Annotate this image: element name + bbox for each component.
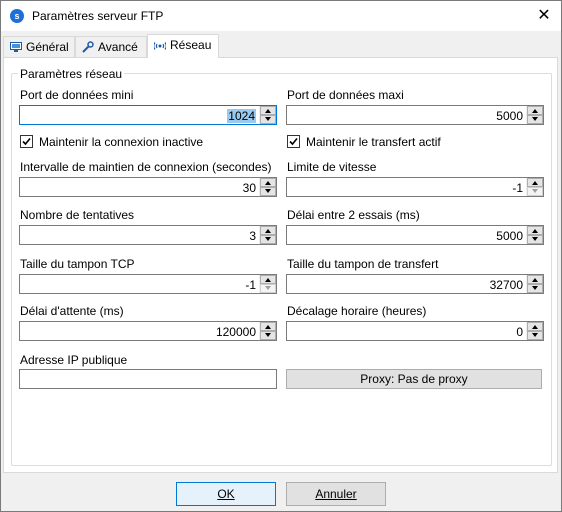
monitor-icon — [10, 42, 22, 52]
ok-label: OK — [217, 487, 235, 501]
checkmark-icon — [22, 137, 31, 146]
transfer-buffer-spinner[interactable]: 32700 — [286, 274, 544, 294]
keepalive-label[interactable]: Maintenir la connexion inactive — [39, 135, 203, 149]
retries-spinner[interactable]: 3 — [19, 225, 277, 245]
public-ip-input[interactable] — [19, 369, 277, 389]
speed-limit-label: Limite de vitesse — [287, 160, 377, 174]
transfer-buffer-label: Taille du tampon de transfert — [287, 257, 439, 271]
cancel-button[interactable]: Annuler — [286, 482, 386, 506]
tab-general[interactable]: Général — [3, 36, 75, 57]
spin-down-button[interactable] — [260, 331, 276, 340]
time-offset-label: Décalage horaire (heures) — [287, 304, 427, 318]
checkmark-icon — [289, 137, 298, 146]
spin-down-button[interactable] — [260, 284, 276, 293]
tcp-buffer-label: Taille du tampon TCP — [20, 257, 135, 271]
spin-up-button[interactable] — [527, 178, 543, 187]
spin-down-button[interactable] — [527, 235, 543, 244]
port-max-label: Port de données maxi — [287, 88, 404, 102]
tcp-buffer-spinner[interactable]: -1 — [19, 274, 277, 294]
ok-button[interactable]: OK — [176, 482, 276, 506]
spin-down-button[interactable] — [260, 187, 276, 196]
window-title: Paramètres serveur FTP — [32, 9, 164, 23]
dialog-window: s Paramètres serveur FTP ✕ Général Avanc… — [0, 0, 562, 512]
keep-transfer-checkbox[interactable] — [287, 135, 300, 148]
time-offset-value[interactable]: 0 — [516, 325, 523, 339]
timeout-spinner[interactable]: 120000 — [19, 321, 277, 341]
keepalive-interval-spinner[interactable]: 30 — [19, 177, 277, 197]
keepalive-checkbox[interactable] — [20, 135, 33, 148]
tab-label: Général — [26, 40, 69, 54]
proxy-button[interactable]: Proxy: Pas de proxy — [286, 369, 542, 389]
timeout-label: Délai d'attente (ms) — [20, 304, 124, 318]
footer-separator — [1, 473, 561, 474]
group-legend: Paramètres réseau — [18, 67, 125, 81]
wrench-icon — [82, 41, 94, 53]
speed-limit-spinner[interactable]: -1 — [286, 177, 544, 197]
network-icon — [154, 42, 166, 50]
keepalive-interval-value[interactable]: 30 — [243, 181, 256, 195]
spin-up-button[interactable] — [260, 106, 276, 115]
speed-limit-value[interactable]: -1 — [512, 181, 523, 195]
tab-label: Avancé — [98, 40, 138, 54]
port-max-value[interactable]: 5000 — [496, 109, 523, 123]
timeout-value[interactable]: 120000 — [216, 325, 256, 339]
spin-down-button[interactable] — [527, 331, 543, 340]
close-button[interactable]: ✕ — [527, 1, 561, 31]
spin-down-button[interactable] — [527, 284, 543, 293]
cancel-label: Annuler — [315, 487, 357, 501]
spin-up-button[interactable] — [260, 275, 276, 284]
tab-label: Réseau — [170, 38, 212, 52]
spin-up-button[interactable] — [527, 322, 543, 331]
spin-down-button[interactable] — [260, 235, 276, 244]
tab-advanced[interactable]: Avancé — [75, 36, 147, 57]
keepalive-interval-label: Intervalle de maintien de connexion (sec… — [20, 160, 272, 174]
retry-delay-label: Délai entre 2 essais (ms) — [287, 208, 420, 222]
title-bar: s Paramètres serveur FTP ✕ — [1, 1, 561, 31]
time-offset-spinner[interactable]: 0 — [286, 321, 544, 341]
close-icon: ✕ — [537, 7, 551, 24]
spin-up-button[interactable] — [527, 226, 543, 235]
retry-delay-value[interactable]: 5000 — [496, 229, 523, 243]
retries-value[interactable]: 3 — [249, 229, 256, 243]
spin-down-button[interactable] — [527, 115, 543, 124]
port-min-spinner[interactable]: 1024 — [19, 105, 277, 125]
public-ip-label: Adresse IP publique — [20, 353, 128, 367]
spin-up-button[interactable] — [527, 275, 543, 284]
retry-delay-spinner[interactable]: 5000 — [286, 225, 544, 245]
port-min-label: Port de données mini — [20, 88, 134, 102]
transfer-buffer-value[interactable]: 32700 — [490, 278, 523, 292]
retries-label: Nombre de tentatives — [20, 208, 135, 222]
port-max-spinner[interactable]: 5000 — [286, 105, 544, 125]
tcp-buffer-value[interactable]: -1 — [245, 278, 256, 292]
app-icon: s — [10, 9, 24, 23]
spin-down-button[interactable] — [260, 115, 276, 124]
spin-up-button[interactable] — [527, 106, 543, 115]
spin-up-button[interactable] — [260, 178, 276, 187]
spin-up-button[interactable] — [260, 226, 276, 235]
tab-network[interactable]: Réseau — [147, 34, 219, 58]
keep-transfer-label[interactable]: Maintenir le transfert actif — [306, 135, 441, 149]
spin-up-button[interactable] — [260, 322, 276, 331]
port-min-value[interactable]: 1024 — [227, 109, 256, 123]
spin-down-button[interactable] — [527, 187, 543, 196]
